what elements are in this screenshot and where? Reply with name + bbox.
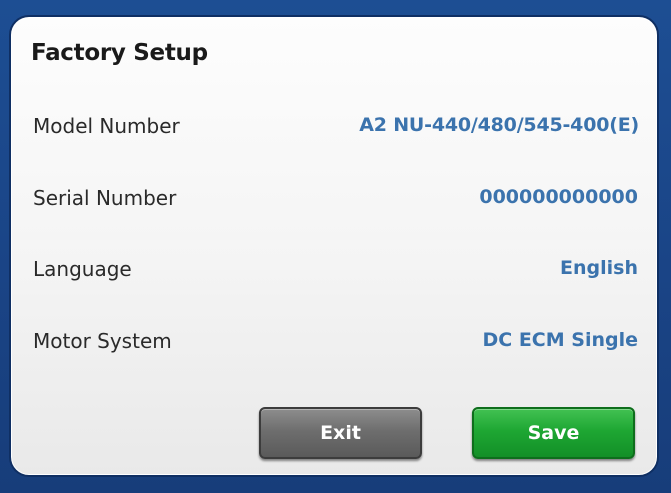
language-label: Language	[33, 257, 132, 281]
page-title: Factory Setup	[31, 40, 208, 66]
motor-system-value[interactable]: DC ECM Single	[483, 329, 639, 351]
serial-number-label: Serial Number	[33, 186, 177, 210]
language-value[interactable]: English	[560, 257, 638, 279]
model-number-label: Model Number	[33, 114, 180, 138]
motor-system-label: Motor System	[33, 329, 172, 353]
model-number-value[interactable]: A2 NU-440/480/545-400(E)	[359, 114, 639, 136]
exit-button[interactable]: Exit	[259, 407, 422, 459]
serial-number-value[interactable]: 000000000000	[479, 186, 638, 208]
save-button[interactable]: Save	[472, 407, 635, 459]
